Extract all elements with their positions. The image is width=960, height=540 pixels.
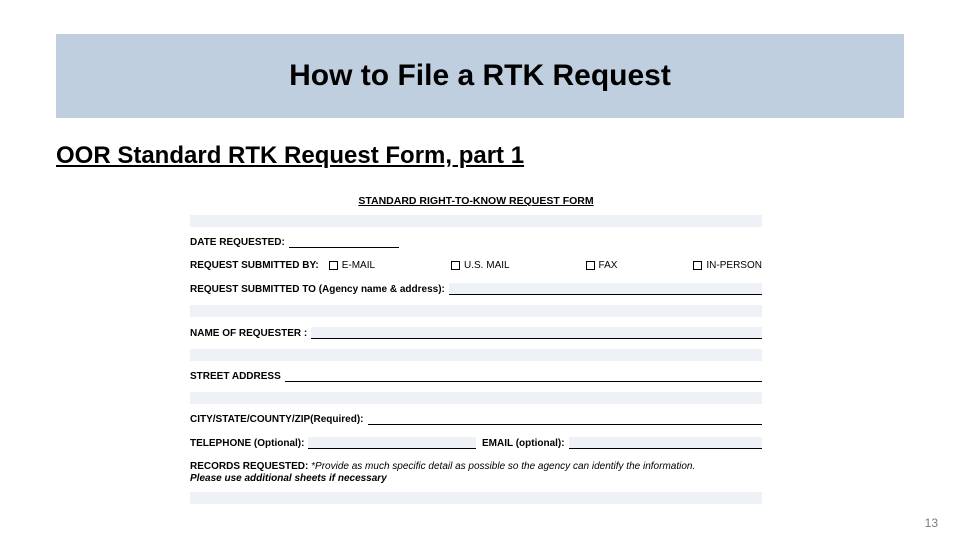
submitted-by-row: REQUEST SUBMITTED BY: E-MAIL U.S. MAIL F… xyxy=(190,258,762,273)
submitted-to-label: REQUEST SUBMITTED TO (Agency name & addr… xyxy=(190,284,445,295)
date-row: DATE REQUESTED: xyxy=(190,235,762,250)
title-band: How to File a RTK Request xyxy=(56,34,904,118)
phone-label: TELEPHONE (Optional): xyxy=(190,438,304,449)
name-row: NAME OF REQUESTER : xyxy=(190,325,762,341)
cscz-row: CITY/STATE/COUNTY/ZIP(Required): xyxy=(190,412,762,427)
date-blank xyxy=(289,237,399,248)
form-heading: STANDARD RIGHT-TO-KNOW REQUEST FORM xyxy=(190,195,762,207)
records-hint: *Provide as much specific detail as poss… xyxy=(311,461,695,472)
submitted-to-blank xyxy=(449,283,762,295)
method-inperson: IN-PERSON xyxy=(693,260,762,271)
method-usmail: U.S. MAIL xyxy=(451,260,510,271)
shade-strip xyxy=(190,305,762,317)
records-note: Please use additional sheets if necessar… xyxy=(190,473,762,484)
records-label: RECORDS REQUESTED: xyxy=(190,461,308,472)
cscz-blank xyxy=(368,414,762,425)
date-label: DATE REQUESTED: xyxy=(190,237,285,248)
shade-strip xyxy=(190,392,762,404)
street-label: STREET ADDRESS xyxy=(190,371,281,382)
checkbox-icon xyxy=(451,261,460,270)
name-label: NAME OF REQUESTER : xyxy=(190,328,307,339)
submitted-by-label: REQUEST SUBMITTED BY: xyxy=(190,260,319,271)
name-blank xyxy=(311,327,762,339)
shade-strip xyxy=(190,349,762,361)
street-blank xyxy=(285,371,762,382)
page-number: 13 xyxy=(925,516,938,530)
shade-strip xyxy=(190,492,762,504)
submitted-to-row: REQUEST SUBMITTED TO (Agency name & addr… xyxy=(190,281,762,297)
checkbox-icon xyxy=(329,261,338,270)
email-blank xyxy=(569,437,762,449)
shade-strip xyxy=(190,215,762,227)
phone-blank xyxy=(308,437,476,449)
submit-methods: E-MAIL U.S. MAIL FAX IN-PERSON xyxy=(329,260,762,271)
slide-subtitle: OOR Standard RTK Request Form, part 1 xyxy=(56,142,524,170)
records-row: RECORDS REQUESTED: *Provide as much spec… xyxy=(190,461,762,484)
cscz-label: CITY/STATE/COUNTY/ZIP(Required): xyxy=(190,414,364,425)
email-label: EMAIL (optional): xyxy=(482,438,565,449)
contact-row: TELEPHONE (Optional): EMAIL (optional): xyxy=(190,435,762,451)
slide-title: How to File a RTK Request xyxy=(56,34,904,118)
method-label: U.S. MAIL xyxy=(464,260,510,271)
checkbox-icon xyxy=(693,261,702,270)
method-label: FAX xyxy=(599,260,618,271)
method-label: IN-PERSON xyxy=(706,260,762,271)
checkbox-icon xyxy=(586,261,595,270)
rtk-form-image: STANDARD RIGHT-TO-KNOW REQUEST FORM DATE… xyxy=(190,195,762,504)
street-row: STREET ADDRESS xyxy=(190,369,762,384)
method-email: E-MAIL xyxy=(329,260,375,271)
method-label: E-MAIL xyxy=(342,260,375,271)
method-fax: FAX xyxy=(586,260,618,271)
